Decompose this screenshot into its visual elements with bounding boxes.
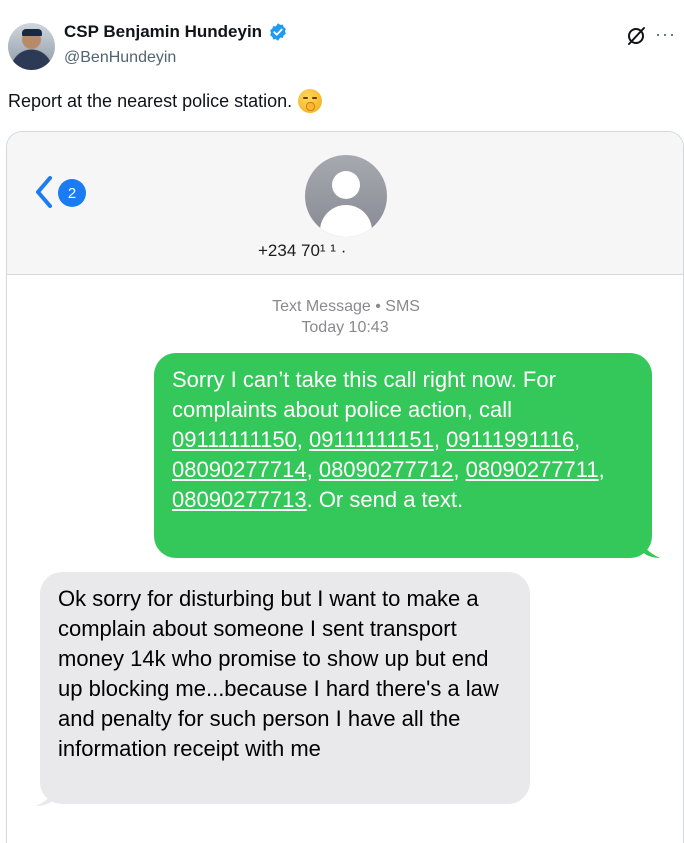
post-header: CSP Benjamin Hundeyin @BenHundeyin ··· <box>8 20 676 76</box>
message-meta: Text Message • SMS Today 10:43 <box>7 296 683 338</box>
unread-count-badge[interactable]: 2 <box>58 179 86 207</box>
number-separator: , <box>296 427 310 452</box>
outgoing-message-bubble[interactable]: Sorry I can’t take this call right now. … <box>154 353 652 558</box>
back-chevron-icon[interactable] <box>33 174 55 210</box>
message-type-label: Text Message • SMS <box>272 298 420 315</box>
outgoing-message-tail-text: . Or send a text. <box>306 487 464 512</box>
outgoing-message-lead: Sorry I can’t take this call right now. … <box>172 367 556 422</box>
contact-avatar-head <box>332 171 360 199</box>
incoming-bubble-tail <box>36 784 56 806</box>
phone-number-link[interactable]: 08090277711 <box>466 457 599 482</box>
author-avatar[interactable] <box>8 23 55 70</box>
emoji-hand <box>306 102 316 111</box>
shushing-face-emoji-icon <box>298 89 323 113</box>
more-options-icon[interactable]: ··· <box>655 24 676 44</box>
avatar-cap <box>22 29 42 36</box>
phone-number-link[interactable]: 09111111151 <box>309 427 434 452</box>
author-name-row: CSP Benjamin Hundeyin <box>64 22 288 42</box>
contact-avatar-body <box>320 205 372 237</box>
number-separator: , <box>598 457 605 482</box>
post-text-content: Report at the nearest police station. <box>8 90 293 111</box>
phone-number-link[interactable]: 08090277713 <box>172 487 307 512</box>
outgoing-bubble-tail <box>640 536 660 558</box>
sms-header: 2 +234 70¹ ¹ · <box>7 132 683 275</box>
message-timestamp: Today 10:43 <box>301 319 389 336</box>
verified-badge-icon <box>270 23 286 41</box>
post-media-screenshot[interactable]: 2 +234 70¹ ¹ · Text Message • SMS Today … <box>6 131 684 843</box>
phone-number-link[interactable]: 09111111150 <box>172 427 297 452</box>
contact-avatar[interactable] <box>305 155 387 237</box>
author-display-name[interactable]: CSP Benjamin Hundeyin <box>64 22 262 42</box>
phone-number-link[interactable]: 08090277714 <box>172 457 307 482</box>
number-separator: , <box>433 427 447 452</box>
number-separator: , <box>453 457 466 482</box>
contact-number[interactable]: +234 70¹ ¹ · <box>258 241 346 261</box>
grok-icon[interactable] <box>624 24 648 48</box>
author-handle[interactable]: @BenHundeyin <box>64 49 176 67</box>
number-separator: , <box>574 427 581 452</box>
post-text: Report at the nearest police station. <box>8 89 323 113</box>
phone-number-link[interactable]: 08090277712 <box>319 457 454 482</box>
number-separator: , <box>306 457 319 482</box>
incoming-message-bubble[interactable]: Ok sorry for disturbing but I want to ma… <box>40 572 530 804</box>
phone-number-link[interactable]: 09111991116 <box>446 427 574 452</box>
